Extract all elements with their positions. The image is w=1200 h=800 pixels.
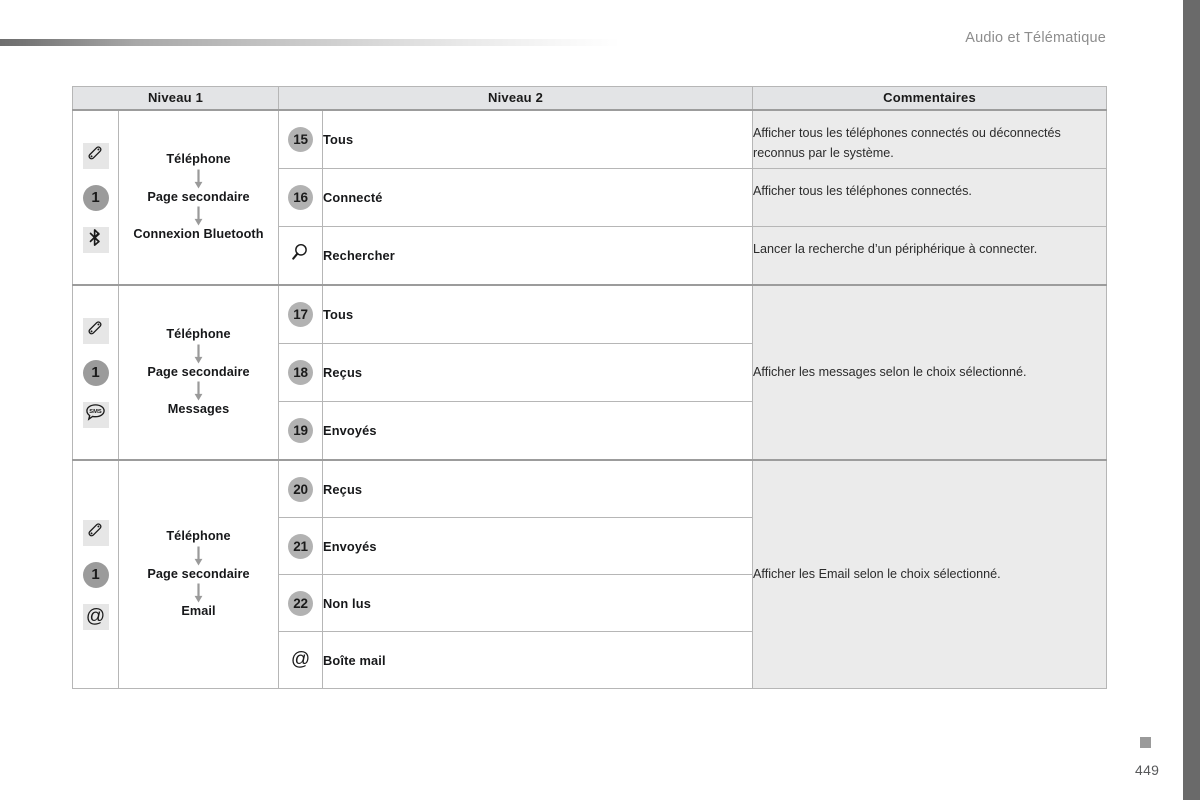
level1-icon-cell: 1 @ <box>72 459 119 689</box>
footer-marker-square <box>1140 737 1151 748</box>
step-number-badge: 1 <box>82 561 109 588</box>
level2-label-cell[interactable]: Rechercher <box>322 226 754 286</box>
page-number: 449 <box>1135 762 1160 778</box>
phone-handset-glyph <box>86 144 105 168</box>
page-edge-band <box>1183 0 1200 800</box>
level2-label-cell[interactable]: Reçus <box>322 343 754 402</box>
nav-step: Connexion Bluetooth <box>133 227 264 242</box>
at-email-icon: @ <box>82 603 109 630</box>
nav-step: Téléphone <box>166 152 231 167</box>
step-number-badge: 20 <box>288 476 314 502</box>
level2-badge-cell[interactable]: 15 <box>278 109 324 169</box>
down-arrow-icon <box>194 206 203 227</box>
nav-step: Téléphone <box>166 327 231 342</box>
reference-table: Niveau 1 Niveau 2 Commentaires 1 Téléphon… <box>71 86 1108 689</box>
phone-handset-glyph <box>86 319 105 343</box>
level2-label-cell[interactable]: Tous <box>322 109 754 169</box>
level2-label-cell[interactable]: Envoyés <box>322 401 754 461</box>
level2-badge-cell[interactable]: 17 <box>278 284 324 344</box>
level1-icon-cell: 1 <box>72 284 119 461</box>
level2-badge-cell[interactable]: 20 <box>278 459 324 518</box>
nav-step: Page secondaire <box>147 364 250 379</box>
nav-step: Page secondaire <box>147 566 250 581</box>
level1-path-cell: Téléphone Page secondaire Messages <box>117 284 280 461</box>
nav-step: Téléphone <box>166 529 231 544</box>
nav-step: Email <box>181 604 216 619</box>
column-header-comments: Commentaires <box>752 86 1108 111</box>
page-header: Audio et Télématique <box>0 28 1146 58</box>
search-glyph <box>290 242 311 269</box>
phone-handset-icon <box>82 519 109 546</box>
down-arrow-icon <box>194 343 203 364</box>
level1-icon-cell: 1 <box>72 109 119 286</box>
comment-cell: Afficher tous les téléphones connectés. <box>752 168 1108 227</box>
step-number-badge: 1 <box>82 359 109 386</box>
column-header-level1: Niveau 1 <box>71 86 280 111</box>
nav-step: Messages <box>167 402 230 417</box>
level2-badge-cell[interactable]: 21 <box>278 517 324 575</box>
search-icon <box>288 243 313 268</box>
level2-badge-cell[interactable]: 18 <box>278 343 324 402</box>
level2-badge-cell[interactable]: @ <box>278 631 324 689</box>
step-number-badge: 21 <box>288 533 314 559</box>
down-arrow-icon <box>194 381 203 402</box>
level2-label-cell[interactable]: Non lus <box>322 574 754 632</box>
page-title: Audio et Télématique <box>965 30 1106 46</box>
bluetooth-icon <box>82 226 109 253</box>
phone-handset-icon <box>82 317 109 344</box>
step-number-badge: 18 <box>288 360 314 385</box>
comment-cell: Lancer la recherche d’un périphérique à … <box>752 226 1108 286</box>
phone-handset-glyph <box>86 521 105 545</box>
phone-handset-icon <box>82 142 109 169</box>
nav-step: Page secondaire <box>147 189 250 204</box>
level2-badge-cell[interactable]: 19 <box>278 401 324 461</box>
step-number-badge: 22 <box>288 590 314 616</box>
down-arrow-icon <box>194 168 203 189</box>
level2-badge-cell[interactable]: 22 <box>278 574 324 632</box>
level2-label-cell[interactable]: Tous <box>322 284 754 344</box>
step-number-badge: 17 <box>288 302 314 327</box>
table-row: 1 @ Téléphone Page secondaire Email 20 Reçus Af… <box>72 459 1108 689</box>
page-edge-gap <box>1180 0 1183 800</box>
sms-icon <box>82 401 109 428</box>
at-email-icon: @ <box>290 649 311 670</box>
comment-cell: Afficher tous les téléphones connectés o… <box>752 109 1108 169</box>
sms-bubble-glyph <box>85 402 106 428</box>
down-arrow-icon <box>194 545 203 566</box>
table-row: 1 Téléphone Page secondaire Connexion Bluet… <box>72 109 1108 286</box>
level2-badge-cell[interactable]: 16 <box>278 168 324 227</box>
level2-badge-cell[interactable] <box>278 226 324 286</box>
step-number-badge: 1 <box>82 184 109 211</box>
table-body: 1 Téléphone Page secondaire Connexion Bluet… <box>72 109 1108 689</box>
down-arrow-icon <box>194 583 203 604</box>
level2-label-cell[interactable]: Boîte mail <box>322 631 754 689</box>
comment-cell: Afficher les messages selon le choix sél… <box>752 284 1108 461</box>
table-header-row: Niveau 1 Niveau 2 Commentaires <box>71 86 1108 111</box>
level1-path-cell: Téléphone Page secondaire Connexion Blueto… <box>117 109 280 286</box>
table-row: 1 Téléphone Page secondaire Messages 17 Tous A… <box>72 284 1108 461</box>
step-number-badge: 16 <box>288 185 314 210</box>
level2-label-cell[interactable]: Reçus <box>322 459 754 518</box>
step-number-badge: 15 <box>288 127 314 152</box>
level2-label-cell[interactable]: Envoyés <box>322 517 754 575</box>
bluetooth-glyph <box>86 228 105 252</box>
level2-label-cell[interactable]: Connecté <box>322 168 754 227</box>
column-header-level2: Niveau 2 <box>278 86 754 111</box>
header-gradient-rule <box>0 39 620 46</box>
reference-table-container: Niveau 1 Niveau 2 Commentaires 1 Téléphon… <box>71 86 1108 689</box>
step-number-badge: 19 <box>288 418 314 443</box>
level1-path-cell: Téléphone Page secondaire Email <box>117 459 280 689</box>
comment-cell: Afficher les Email selon le choix sélect… <box>752 459 1108 689</box>
